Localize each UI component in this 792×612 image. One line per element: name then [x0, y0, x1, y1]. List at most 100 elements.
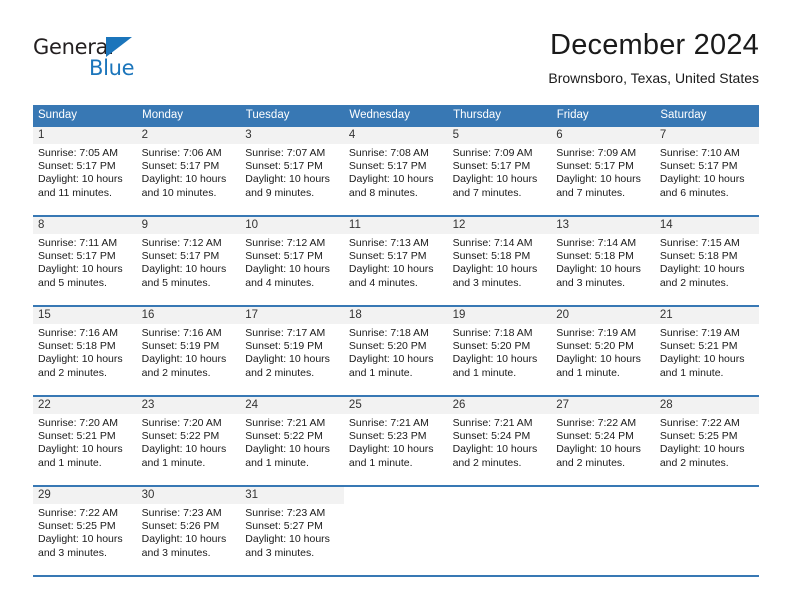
day-number: 7	[654, 127, 759, 144]
sunset-text: Sunset: 5:17 PM	[556, 160, 634, 173]
sunset-text: Sunset: 5:22 PM	[141, 430, 220, 443]
sunset-text: Sunset: 5:20 PM	[348, 340, 427, 353]
day-details: Sunrise: 7:06 AM Sunset: 5:17 PM Daylight:…	[137, 144, 241, 200]
day-number: 31	[240, 487, 344, 504]
daylight-text-line2: and 1 minute.	[659, 366, 724, 379]
calendar-day-cell[interactable]: 16 Sunrise: 7:16 AM Sunset: 5:19 PM Dayligh…	[136, 305, 241, 396]
day-number: 3	[240, 127, 344, 144]
daylight-text-line2: and 3 minutes.	[556, 276, 626, 289]
sunset-text: Sunset: 5:17 PM	[141, 160, 220, 173]
day-details: Sunrise: 7:09 AM Sunset: 5:17 PM Daylight:…	[448, 144, 552, 200]
general-blue-logo[interactable]: General Blue	[33, 35, 213, 87]
calendar-day-cell[interactable]: 10 Sunrise: 7:12 AM Sunset: 5:17 PM Dayligh…	[240, 215, 344, 306]
daylight-text-line1: Daylight: 10 hours	[348, 443, 434, 456]
title-block: December 2024 Brownsboro, Texas, United …	[548, 28, 759, 86]
day-number: 26	[447, 397, 552, 414]
sunrise-text: Sunrise: 7:07 AM	[245, 147, 326, 159]
day-details: Sunrise: 7:21 AM Sunset: 5:22 PM Daylight:…	[240, 414, 344, 470]
sunrise-text: Sunrise: 7:22 AM	[659, 417, 740, 429]
calendar-day-cell[interactable]: 17 Sunrise: 7:17 AM Sunset: 5:19 PM Dayligh…	[240, 305, 344, 396]
calendar-day-cell[interactable]: 14 Sunrise: 7:15 AM Sunset: 5:18 PM Dayligh…	[654, 215, 759, 306]
calendar-day-cell[interactable]: 8 Sunrise: 7:11 AM Sunset: 5:17 PM Daylight…	[33, 215, 137, 306]
day-number: 25	[343, 397, 448, 414]
day-details: Sunrise: 7:22 AM Sunset: 5:25 PM Daylight:…	[655, 414, 759, 470]
calendar-day-cell[interactable]: 23 Sunrise: 7:20 AM Sunset: 5:22 PM Dayligh…	[136, 395, 241, 486]
calendar-day-cell-empty	[551, 485, 655, 577]
sunset-text: Sunset: 5:17 PM	[245, 250, 323, 263]
calendar-day-cell[interactable]: 20 Sunrise: 7:19 AM Sunset: 5:20 PM Dayligh…	[551, 305, 655, 396]
daylight-text-line1: Daylight: 10 hours	[348, 353, 434, 366]
day-details: Sunrise: 7:14 AM Sunset: 5:18 PM Daylight:…	[551, 234, 655, 290]
sunset-text: Sunset: 5:17 PM	[348, 160, 427, 173]
calendar-day-cell[interactable]: 12 Sunrise: 7:14 AM Sunset: 5:18 PM Dayligh…	[447, 215, 552, 306]
day-number: 15	[33, 307, 137, 324]
daylight-text-line2: and 1 minute.	[556, 366, 620, 379]
calendar-week-row: 15 Sunrise: 7:16 AM Sunset: 5:18 PM Dayligh…	[33, 305, 759, 396]
day-details: Sunrise: 7:07 AM Sunset: 5:17 PM Daylight:…	[240, 144, 344, 200]
weekday-header-row: Sunday Monday Tuesday Wednesday Thursday…	[33, 105, 759, 126]
calendar-day-cell[interactable]: 4 Sunrise: 7:08 AM Sunset: 5:17 PM Daylight…	[343, 125, 448, 216]
calendar-day-cell[interactable]: 21 Sunrise: 7:19 AM Sunset: 5:21 PM Dayligh…	[654, 305, 759, 396]
calendar-day-cell[interactable]: 15 Sunrise: 7:16 AM Sunset: 5:18 PM Dayligh…	[33, 305, 137, 396]
calendar-day-cell[interactable]: 1 Sunrise: 7:05 AM Sunset: 5:17 PM Daylight…	[33, 125, 137, 216]
daylight-text-line1: Daylight: 10 hours	[245, 443, 330, 456]
daylight-text-line2: and 4 minutes.	[245, 276, 315, 289]
sunset-text: Sunset: 5:25 PM	[659, 430, 738, 443]
day-cell-inner: 6 Sunrise: 7:09 AM Sunset: 5:17 PM Daylight…	[551, 127, 655, 215]
sunrise-text: Sunrise: 7:09 AM	[452, 147, 533, 159]
day-details: Sunrise: 7:14 AM Sunset: 5:18 PM Daylight:…	[448, 234, 552, 290]
calendar-day-cell[interactable]: 13 Sunrise: 7:14 AM Sunset: 5:18 PM Dayligh…	[551, 215, 655, 306]
calendar-day-cell[interactable]: 24 Sunrise: 7:21 AM Sunset: 5:22 PM Dayligh…	[240, 395, 344, 486]
sunset-text: Sunset: 5:18 PM	[38, 340, 116, 353]
daylight-text-line1: Daylight: 10 hours	[452, 173, 538, 186]
day-cell-inner: 10 Sunrise: 7:12 AM Sunset: 5:17 PM Dayligh…	[240, 217, 344, 305]
day-details: Sunrise: 7:19 AM Sunset: 5:21 PM Daylight:…	[655, 324, 759, 380]
calendar-day-cell-empty	[343, 485, 448, 577]
day-number: 11	[343, 217, 448, 234]
calendar-day-cell[interactable]: 6 Sunrise: 7:09 AM Sunset: 5:17 PM Daylight…	[551, 125, 655, 216]
calendar-page: General Blue December 2024 Brownsboro, T…	[0, 0, 792, 612]
calendar-day-cell[interactable]: 9 Sunrise: 7:12 AM Sunset: 5:17 PM Daylight…	[136, 215, 241, 306]
daylight-text-line2: and 5 minutes.	[141, 276, 211, 289]
calendar-day-cell[interactable]: 25 Sunrise: 7:21 AM Sunset: 5:23 PM Dayligh…	[343, 395, 448, 486]
daylight-text-line1: Daylight: 10 hours	[141, 173, 227, 186]
calendar-day-cell[interactable]: 18 Sunrise: 7:18 AM Sunset: 5:20 PM Dayligh…	[343, 305, 448, 396]
page-header: General Blue December 2024 Brownsboro, T…	[33, 28, 759, 98]
calendar-day-cell[interactable]: 31 Sunrise: 7:23 AM Sunset: 5:27 PM Dayligh…	[240, 485, 344, 577]
daylight-text-line1: Daylight: 10 hours	[659, 443, 745, 456]
calendar-day-cell[interactable]: 28 Sunrise: 7:22 AM Sunset: 5:25 PM Dayligh…	[654, 395, 759, 486]
sunrise-text: Sunrise: 7:23 AM	[141, 507, 222, 519]
daylight-text-line1: Daylight: 10 hours	[141, 263, 227, 276]
day-cell-inner: 21 Sunrise: 7:19 AM Sunset: 5:21 PM Dayligh…	[654, 307, 759, 395]
sunrise-text: Sunrise: 7:23 AM	[245, 507, 326, 519]
day-number	[448, 487, 552, 504]
day-number: 16	[136, 307, 241, 324]
calendar-day-cell[interactable]: 19 Sunrise: 7:18 AM Sunset: 5:20 PM Dayligh…	[447, 305, 552, 396]
day-number: 13	[551, 217, 655, 234]
day-number: 19	[447, 307, 552, 324]
sunset-text: Sunset: 5:17 PM	[38, 160, 116, 173]
calendar-day-cell[interactable]: 3 Sunrise: 7:07 AM Sunset: 5:17 PM Daylight…	[240, 125, 344, 216]
day-details: Sunrise: 7:16 AM Sunset: 5:19 PM Daylight:…	[137, 324, 241, 380]
daylight-text-line2: and 1 minute.	[38, 456, 102, 469]
calendar-day-cell[interactable]: 11 Sunrise: 7:13 AM Sunset: 5:17 PM Dayligh…	[343, 215, 448, 306]
logo-triangle-icon	[106, 37, 132, 57]
calendar-day-cell[interactable]: 22 Sunrise: 7:20 AM Sunset: 5:21 PM Dayligh…	[33, 395, 137, 486]
day-cell-inner	[655, 487, 759, 575]
calendar-day-cell[interactable]: 29 Sunrise: 7:22 AM Sunset: 5:25 PM Dayligh…	[33, 485, 137, 577]
calendar-day-cell[interactable]: 7 Sunrise: 7:10 AM Sunset: 5:17 PM Daylight…	[654, 125, 759, 216]
calendar-day-cell[interactable]: 2 Sunrise: 7:06 AM Sunset: 5:17 PM Daylight…	[136, 125, 241, 216]
daylight-text-line2: and 3 minutes.	[38, 546, 107, 559]
sunset-text: Sunset: 5:20 PM	[452, 340, 531, 353]
calendar-day-cell[interactable]: 30 Sunrise: 7:23 AM Sunset: 5:26 PM Dayligh…	[136, 485, 241, 577]
sunset-text: Sunset: 5:18 PM	[452, 250, 531, 263]
daylight-text-line2: and 5 minutes.	[38, 276, 107, 289]
calendar-day-cell[interactable]: 5 Sunrise: 7:09 AM Sunset: 5:17 PM Daylight…	[447, 125, 552, 216]
sunset-text: Sunset: 5:24 PM	[452, 430, 531, 443]
calendar-day-cell[interactable]: 26 Sunrise: 7:21 AM Sunset: 5:24 PM Dayligh…	[447, 395, 552, 486]
sunrise-text: Sunrise: 7:06 AM	[141, 147, 222, 159]
day-cell-inner: 30 Sunrise: 7:23 AM Sunset: 5:26 PM Dayligh…	[136, 487, 241, 575]
calendar-day-cell[interactable]: 27 Sunrise: 7:22 AM Sunset: 5:24 PM Dayligh…	[551, 395, 655, 486]
day-number: 1	[33, 127, 137, 144]
sunrise-text: Sunrise: 7:21 AM	[245, 417, 326, 429]
